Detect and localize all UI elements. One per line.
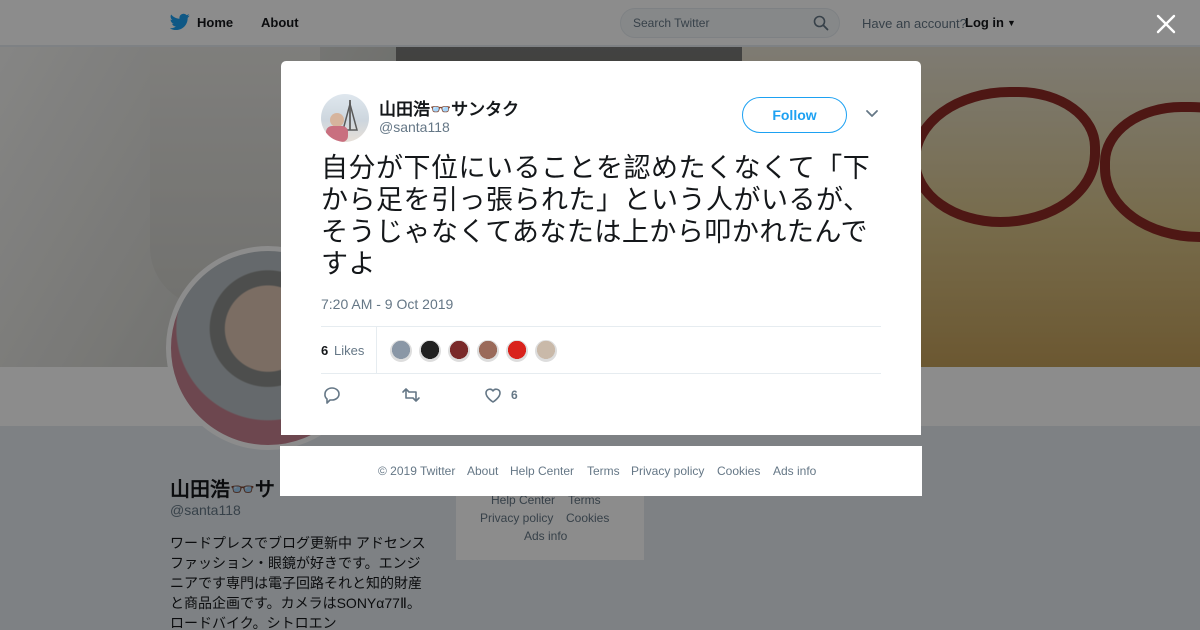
footer-about[interactable]: About (467, 464, 498, 478)
avatar-photo-icon (326, 100, 358, 142)
likes-count[interactable]: 6 (321, 343, 328, 358)
close-icon[interactable] (1155, 13, 1177, 35)
footer-ads[interactable]: Ads info (773, 464, 816, 478)
footer-terms[interactable]: Terms (587, 464, 620, 478)
tweet-author-avatar[interactable] (321, 94, 369, 142)
footer-privacy[interactable]: Privacy policy (631, 464, 704, 478)
like-action-count: 6 (511, 388, 518, 402)
liker-avatar[interactable] (534, 339, 558, 363)
footer-copyright: © 2019 Twitter (378, 464, 456, 478)
tweet-stats: 6 Likes (321, 326, 881, 374)
tweet-modal: 山田浩👓サンタク @santa118 Follow 自分が下位にいることを認めた… (281, 61, 921, 435)
tweet-author-name[interactable]: 山田浩👓サンタク (379, 95, 519, 120)
liker-avatar[interactable] (447, 339, 471, 363)
chevron-down-icon[interactable] (865, 108, 879, 120)
likes-label[interactable]: Likes (334, 343, 364, 358)
liker-avatar[interactable] (476, 339, 500, 363)
footer-cookies[interactable]: Cookies (717, 464, 760, 478)
tweet-timestamp[interactable]: 7:20 AM - 9 Oct 2019 (321, 296, 453, 312)
liker-avatar[interactable] (418, 339, 442, 363)
tweet-text: 自分が下位にいることを認めたくなくて「下から足を引っ張られた」という人がいるが、… (321, 153, 871, 280)
retweet-icon[interactable] (401, 385, 421, 405)
reply-icon[interactable] (322, 385, 342, 405)
tweet-actions: 6 (321, 383, 881, 407)
footer-help[interactable]: Help Center (510, 464, 574, 478)
liker-avatar[interactable] (389, 339, 413, 363)
tweet-author-handle[interactable]: @santa118 (379, 119, 450, 135)
modal-footer: © 2019 Twitter About Help Center Terms P… (280, 446, 922, 496)
heart-icon[interactable] (483, 385, 503, 405)
follow-button[interactable]: Follow (742, 97, 847, 133)
liker-avatar[interactable] (505, 339, 529, 363)
stats-divider (376, 327, 377, 374)
